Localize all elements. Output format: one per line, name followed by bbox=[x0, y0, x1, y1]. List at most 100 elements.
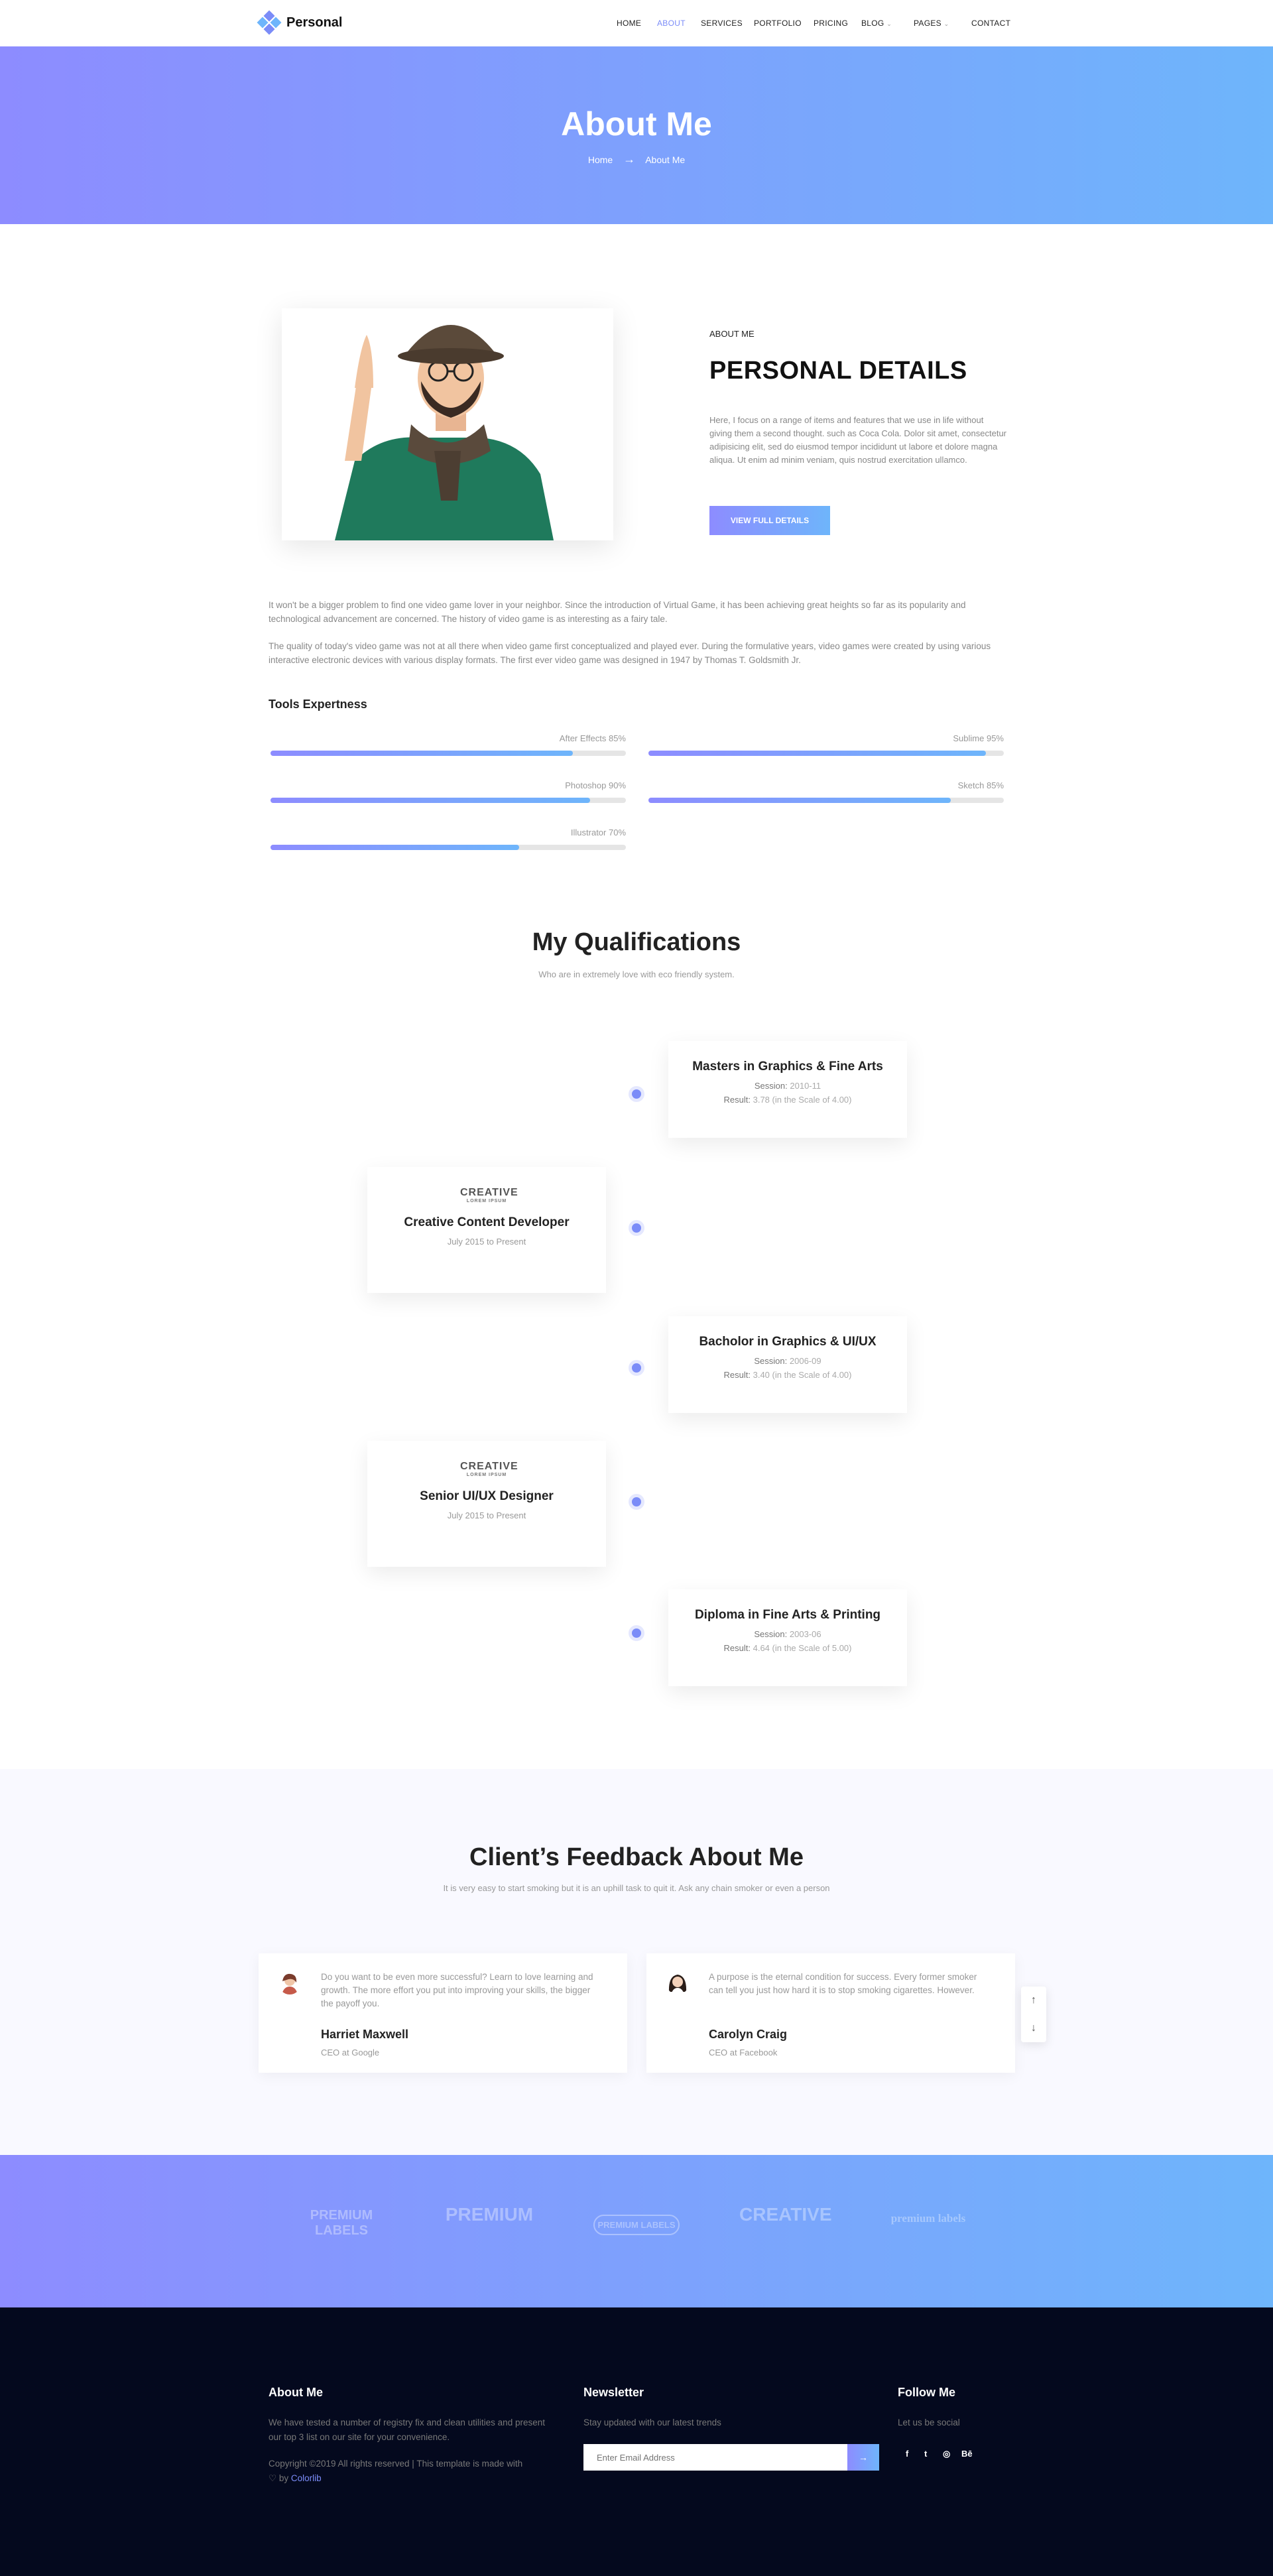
testimonial-name: Carolyn Craig bbox=[709, 2028, 788, 2041]
footer bbox=[0, 2307, 1273, 2576]
skill-bar bbox=[648, 751, 1004, 756]
facebook-icon[interactable]: f bbox=[906, 2449, 908, 2459]
experience-title: Creative Content Developer bbox=[404, 1215, 570, 1229]
footer-about-text: We have tested a number of registry fix … bbox=[269, 2418, 545, 2442]
testimonial-card: Do you want to be even more successful? … bbox=[259, 1953, 627, 2073]
skill-label: Sketch 85% bbox=[957, 780, 1004, 790]
qualification-result: Result: 3.40 (in the Scale of 4.00) bbox=[668, 1370, 907, 1380]
brand-logo: CREATIVE bbox=[739, 2204, 832, 2225]
testimonial-name: Harriet Maxwell bbox=[321, 2028, 409, 2041]
follow-title: Follow Me bbox=[898, 2386, 955, 2399]
colorlib-link[interactable]: Colorlib bbox=[291, 2473, 322, 2483]
skill-label: Sublime 95% bbox=[953, 733, 1004, 743]
footer-about-title: About Me bbox=[269, 2386, 323, 2399]
arrow-up-icon[interactable]: ↑ bbox=[1021, 1987, 1046, 2014]
testimonial-text: A purpose is the eternal condition for s… bbox=[709, 1972, 977, 1995]
nav-blog-dropdown[interactable]: BLOG ⌄ bbox=[861, 19, 892, 28]
company-logo: CREATIVE LOREM IPSUM bbox=[460, 1187, 518, 1203]
timeline-dot bbox=[632, 1223, 641, 1233]
chevron-down-icon: ⌄ bbox=[886, 21, 892, 27]
page-banner: About Me Home → About Me bbox=[0, 46, 1273, 224]
nav-pages-dropdown[interactable]: PAGES ⌄ bbox=[914, 19, 949, 28]
timeline-dot bbox=[632, 1089, 641, 1099]
feedback-subtitle: It is very easy to start smoking but it … bbox=[443, 1883, 830, 1893]
qualification-result: Result: 4.64 (in the Scale of 5.00) bbox=[668, 1643, 907, 1653]
qualification-card: Bacholor in Graphics & UI/UX Session: 20… bbox=[668, 1316, 907, 1413]
about-paragraph-2: The quality of today's video game was no… bbox=[269, 641, 991, 665]
brand-logo-text: CREATIVE bbox=[739, 2204, 832, 2225]
nav-home[interactable]: HOME bbox=[617, 19, 641, 28]
brand-logo[interactable]: Personal bbox=[257, 10, 342, 35]
company-logo-tagline: LOREM IPSUM bbox=[466, 1199, 507, 1203]
nav-contact[interactable]: CONTACT bbox=[971, 19, 1010, 28]
skill-label: After Effects 85% bbox=[559, 733, 626, 743]
tools-title: Tools Expertness bbox=[269, 698, 367, 711]
nav-blog-label: BLOG bbox=[861, 19, 884, 28]
nav-portfolio[interactable]: PORTFOLIO bbox=[754, 19, 802, 28]
experience-card: CREATIVE LOREM IPSUM Creative Content Dev… bbox=[367, 1167, 606, 1293]
company-logo-text: CREATIVE bbox=[460, 1187, 518, 1198]
brand-logo: PREMIUM bbox=[443, 2204, 536, 2225]
behance-icon[interactable]: Bē bbox=[961, 2449, 973, 2459]
result-label: Result: bbox=[723, 1643, 751, 1653]
session-label: Session: bbox=[754, 1629, 788, 1639]
twitter-icon[interactable]: t bbox=[924, 2449, 927, 2459]
nav-pages-label: PAGES bbox=[914, 19, 941, 28]
skill-bar bbox=[271, 845, 626, 850]
qualification-session: Session: 2006-09 bbox=[668, 1356, 907, 1366]
testimonial-card: A purpose is the eternal condition for s… bbox=[646, 1953, 1015, 2073]
qualification-title: Diploma in Fine Arts & Printing bbox=[694, 1608, 881, 1622]
brand-logo: premium labels bbox=[885, 2212, 971, 2225]
skill-bar bbox=[648, 798, 1004, 803]
session-value: 2006-09 bbox=[789, 1356, 821, 1366]
newsletter-text: Stay updated with our latest trends bbox=[583, 2418, 721, 2427]
carousel-controls: ↑ ↓ bbox=[1021, 1987, 1046, 2042]
result-label: Result: bbox=[723, 1095, 751, 1105]
skill-label: Photoshop 90% bbox=[565, 780, 626, 790]
qualifications-title: My Qualifications bbox=[532, 928, 741, 956]
about-description: Here, I focus on a range of items and fe… bbox=[709, 415, 1007, 465]
nav-pricing[interactable]: PRICING bbox=[814, 19, 848, 28]
qualification-result: Result: 3.78 (in the Scale of 4.00) bbox=[668, 1095, 907, 1105]
brand-logo-text: PREMIUM LABELS bbox=[310, 2208, 373, 2238]
qualification-card: Diploma in Fine Arts & Printing Session:… bbox=[668, 1589, 907, 1686]
newsletter-submit-button[interactable]: → bbox=[847, 2444, 879, 2471]
skill-bar-fill bbox=[648, 751, 987, 756]
email-input[interactable] bbox=[583, 2444, 847, 2471]
copyright-text: Copyright ©2019 All rights reserved | Th… bbox=[269, 2459, 523, 2469]
nav-about[interactable]: ABOUT bbox=[657, 19, 686, 28]
page-title: About Me bbox=[561, 105, 712, 143]
nav-services[interactable]: SERVICES bbox=[701, 19, 743, 28]
brand-logo-text: PREMIUM bbox=[445, 2204, 534, 2225]
result-value: 3.40 (in the Scale of 4.00) bbox=[753, 1370, 852, 1380]
testimonial-text: Do you want to be even more successful? … bbox=[321, 1972, 593, 2008]
testimonial-role: CEO at Google bbox=[321, 2048, 380, 2057]
newsletter-title: Newsletter bbox=[583, 2386, 644, 2399]
brand-logo: PREMIUM LABELS bbox=[288, 2208, 394, 2239]
profile-photo bbox=[282, 308, 613, 540]
qualification-title: Masters in Graphics & Fine Arts bbox=[692, 1060, 883, 1073]
timeline-dot bbox=[632, 1363, 641, 1373]
avatar bbox=[278, 1972, 301, 1994]
company-logo-text: CREATIVE bbox=[460, 1461, 518, 1472]
footer-copyright: Copyright ©2019 All rights reserved | Th… bbox=[269, 2457, 560, 2486]
avatar bbox=[666, 1972, 689, 1994]
qualifications-subtitle: Who are in extremely love with eco frien… bbox=[538, 969, 735, 979]
arrow-down-icon[interactable]: ↓ bbox=[1021, 2014, 1046, 2042]
skill-bar-fill bbox=[271, 751, 573, 756]
result-label: Result: bbox=[723, 1370, 751, 1380]
experience-card: CREATIVE LOREM IPSUM Senior UI/UX Designe… bbox=[367, 1441, 606, 1567]
brand-logos-strip: PREMIUM LABELS PREMIUM PREMIUM LABELS CR… bbox=[0, 2155, 1273, 2307]
view-full-details-button[interactable]: VIEW FULL DETAILS bbox=[709, 506, 830, 535]
breadcrumb-home[interactable]: Home bbox=[588, 154, 613, 165]
experience-period: July 2015 to Present bbox=[447, 1237, 526, 1247]
feedback-section bbox=[0, 1769, 1273, 2155]
session-label: Session: bbox=[754, 1081, 788, 1091]
company-logo: CREATIVE LOREM IPSUM bbox=[460, 1461, 518, 1477]
result-value: 4.64 (in the Scale of 5.00) bbox=[753, 1643, 852, 1653]
brand-logo: PREMIUM LABELS bbox=[593, 2215, 680, 2235]
dribbble-icon[interactable]: ◎ bbox=[943, 2449, 950, 2459]
breadcrumb-current[interactable]: About Me bbox=[645, 154, 685, 165]
skill-label: Illustrator 70% bbox=[570, 828, 626, 837]
session-label: Session: bbox=[754, 1356, 788, 1366]
